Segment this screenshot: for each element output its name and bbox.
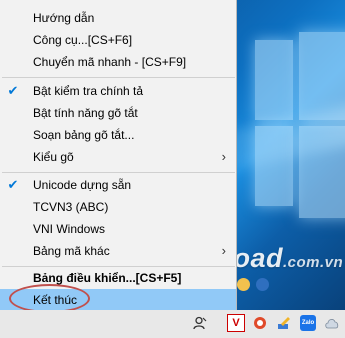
menu-item-soan-bang-go-tat[interactable]: Soạn bảng gõ tắt... <box>0 124 236 146</box>
cloud-icon[interactable] <box>322 312 342 334</box>
menu-separator <box>2 172 235 173</box>
zalo-icon[interactable]: Zalo <box>298 312 318 334</box>
windows-logo-icon <box>255 32 345 230</box>
chevron-right-icon: › <box>221 149 226 164</box>
watermark-dot <box>256 278 269 291</box>
cloud-glyph <box>325 319 339 329</box>
menu-item-cong-cu[interactable]: Công cụ...[CS+F6] <box>0 29 236 51</box>
menu-item-kieu-go[interactable]: Kiểu gõ › <box>0 146 236 168</box>
menu-separator <box>2 77 235 78</box>
chevron-right-icon: › <box>221 243 226 258</box>
antivirus-icon[interactable] <box>250 312 270 334</box>
zalo-label: Zalo <box>300 315 316 331</box>
edit-tool-glyph <box>278 317 290 329</box>
menu-item-bang-ma-khac[interactable]: Bảng mã khác › <box>0 240 236 262</box>
menu-item-label: Kiểu gõ <box>33 150 74 164</box>
vietnamese-input-icon[interactable]: V <box>226 312 246 334</box>
people-icon-glyph <box>193 316 207 330</box>
menu-item-unicode-dung-san[interactable]: ✔ Unicode dựng sẵn <box>0 174 236 196</box>
menu-item-chuyen-ma-nhanh[interactable]: Chuyển mã nhanh - [CS+F9] <box>0 51 236 73</box>
menu-item-label: Bảng mã khác <box>33 244 110 258</box>
menu-item-huong-dan[interactable]: Hướng dẫn <box>0 7 236 29</box>
edit-tool-icon[interactable] <box>274 312 294 334</box>
checkmark-icon: ✔ <box>7 83 19 98</box>
checkmark-icon: ✔ <box>7 177 19 192</box>
menu-item-bat-kiem-tra-chinh-ta[interactable]: ✔ Bật kiểm tra chính tả <box>0 80 236 102</box>
watermark-dot <box>237 278 250 291</box>
context-menu: Hướng dẫn Công cụ...[CS+F6] Chuyển mã nh… <box>0 0 237 311</box>
highlight-oval <box>9 284 90 313</box>
menu-item-tcvn3[interactable]: TCVN3 (ABC) <box>0 196 236 218</box>
menu-item-label: Bật kiểm tra chính tả <box>33 84 144 98</box>
menu-item-label: Chuyển mã nhanh - [CS+F9] <box>33 55 187 69</box>
people-icon[interactable] <box>190 312 210 334</box>
menu-item-label: Soạn bảng gõ tắt... <box>33 128 135 142</box>
antivirus-glyph <box>254 317 266 329</box>
v-icon-label: V <box>227 314 245 332</box>
menu-item-vni-windows[interactable]: VNI Windows <box>0 218 236 240</box>
menu-item-label: TCVN3 (ABC) <box>33 200 109 214</box>
menu-item-label: VNI Windows <box>33 222 106 236</box>
watermark-suffix: .com.vn <box>283 254 344 271</box>
menu-item-label: Unicode dựng sẵn <box>33 178 132 192</box>
menu-item-label: Hướng dẫn <box>33 11 95 25</box>
menu-item-label: Bật tính năng gõ tắt <box>33 106 138 120</box>
menu-item-bat-tinh-nang-go-tat[interactable]: Bật tính năng gõ tắt <box>0 102 236 124</box>
menu-item-label: Công cụ...[CS+F6] <box>33 33 133 47</box>
